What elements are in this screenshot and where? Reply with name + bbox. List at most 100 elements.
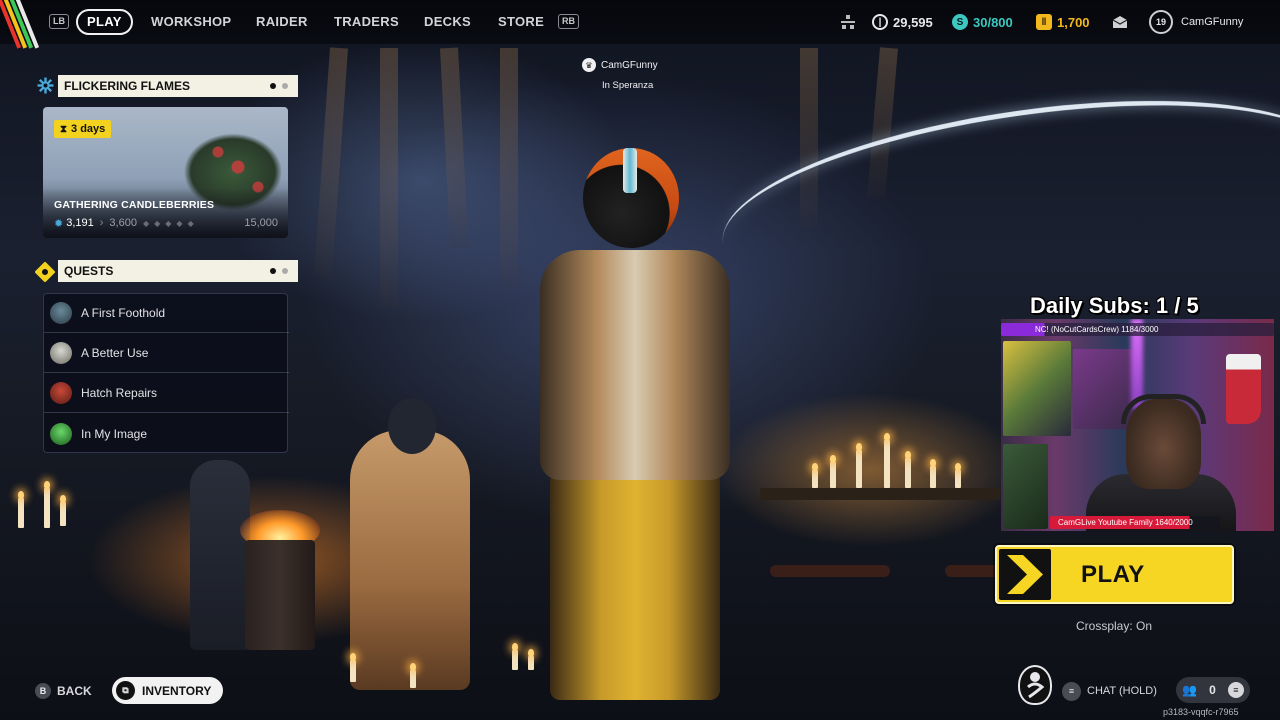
quest-giver-avatar bbox=[50, 302, 72, 324]
time-remaining-badge: ⧗ 3 days bbox=[54, 120, 112, 138]
candle bbox=[955, 463, 961, 488]
streamer-webcam: NC! (NoCutCardsCrew) 1184/3000 CamGLive … bbox=[1001, 319, 1274, 531]
play-label: PLAY bbox=[1081, 561, 1145, 588]
event-icon bbox=[37, 77, 54, 94]
mail-icon bbox=[1112, 16, 1128, 28]
hanging-banner bbox=[500, 48, 518, 288]
seeds-value: 30/800 bbox=[973, 14, 1013, 30]
quests-title: QUESTS bbox=[64, 264, 114, 278]
menu-icon: ≡ bbox=[1227, 682, 1244, 698]
goal-bottom-text: CamGLive Youtube Family 1640 bbox=[1058, 518, 1173, 527]
back-hint[interactable]: B BACK bbox=[35, 678, 92, 704]
network-status[interactable] bbox=[840, 13, 856, 31]
network-icon bbox=[841, 15, 855, 29]
candle bbox=[60, 495, 66, 526]
christmas-stocking bbox=[1226, 354, 1261, 424]
candle bbox=[930, 459, 936, 488]
quest-giver-avatar bbox=[50, 342, 72, 364]
fire-barrel bbox=[245, 540, 315, 650]
streamer-headphones bbox=[1121, 394, 1206, 424]
level-badge: 19 bbox=[1149, 10, 1173, 34]
quest-label: In My Image bbox=[81, 426, 148, 441]
friends-icon: 👥 bbox=[1182, 683, 1197, 697]
hanging-banner bbox=[440, 47, 469, 249]
friends-button[interactable]: 👥 0 ≡ bbox=[1176, 677, 1250, 703]
menu-button-icon: ≡ bbox=[1062, 681, 1081, 701]
tab-workshop[interactable]: WORKSHOP bbox=[151, 9, 231, 35]
event-points-icon: ✹ bbox=[54, 217, 64, 230]
candle bbox=[512, 643, 518, 670]
candle bbox=[410, 663, 416, 688]
quest-label: A First Foothold bbox=[81, 306, 166, 320]
daily-subs-counter: Daily Subs: 1 / 5 bbox=[1030, 293, 1199, 318]
quest-item-a-first-foothold[interactable]: A First Foothold bbox=[44, 294, 289, 333]
raider-tokens-balance[interactable]: ‖ 1,700 bbox=[1036, 13, 1090, 31]
friends-count: 0 bbox=[1209, 683, 1216, 697]
hanging-banner bbox=[313, 47, 348, 279]
hanging-banner bbox=[380, 48, 398, 308]
play-button[interactable]: PLAY bbox=[995, 545, 1234, 604]
coins-value: 29,595 bbox=[893, 14, 933, 30]
progress-track: ◆◆◆◆◆ bbox=[142, 218, 199, 228]
streamer-logo bbox=[1018, 665, 1052, 705]
play-chevron-icon bbox=[999, 549, 1051, 600]
tab-traders[interactable]: TRADERS bbox=[334, 9, 399, 35]
inventory-button[interactable]: ⧉ INVENTORY bbox=[112, 677, 224, 704]
back-label: BACK bbox=[57, 684, 92, 698]
seeds-balance[interactable]: S 30/800 bbox=[952, 13, 1013, 31]
quest-giver-avatar bbox=[50, 382, 72, 404]
tab-store[interactable]: STORE bbox=[498, 9, 544, 35]
event-card[interactable]: ⧗ 3 days GATHERING CANDLEBERRIES ✹ 3,191 … bbox=[43, 107, 288, 238]
tokens-value: 1,700 bbox=[1057, 14, 1090, 30]
progress-max: 15,000 bbox=[244, 217, 278, 229]
candle bbox=[856, 443, 862, 488]
raider-character-helmet bbox=[583, 148, 679, 248]
sub-goal-bar-bottom: CamGLive Youtube Family 1640/2000 bbox=[1050, 516, 1220, 529]
candle bbox=[44, 481, 50, 528]
quest-item-a-better-use[interactable]: A Better Use bbox=[44, 334, 289, 373]
quest-label: Hatch Repairs bbox=[81, 386, 158, 400]
profile-username: CamGFunny bbox=[1181, 16, 1244, 28]
quest-list: A First Foothold A Better Use Hatch Repa… bbox=[43, 293, 289, 453]
event-title: FLICKERING FLAMES bbox=[64, 79, 190, 93]
progress-current: 3,191 bbox=[66, 217, 94, 229]
top-navigation-bar: LB PLAY WORKSHOP RAIDER TRADERS DECKS ST… bbox=[0, 0, 1280, 49]
background-npc bbox=[190, 460, 250, 650]
view-button-icon: ⧉ bbox=[116, 681, 135, 700]
mail-button[interactable] bbox=[1112, 13, 1128, 31]
candle bbox=[905, 451, 911, 488]
goal-bottom-max: /2000 bbox=[1172, 518, 1193, 527]
candle bbox=[528, 649, 534, 670]
inventory-label: INVENTORY bbox=[142, 683, 212, 698]
quest-label: A Better Use bbox=[81, 346, 149, 360]
candle bbox=[350, 653, 356, 682]
robed-figure bbox=[350, 430, 470, 690]
quest-item-hatch-repairs[interactable]: Hatch Repairs bbox=[44, 374, 289, 413]
tab-raider[interactable]: RAIDER bbox=[256, 9, 308, 35]
pager-dots bbox=[270, 83, 288, 89]
quests-panel-header[interactable]: QUESTS bbox=[58, 260, 298, 282]
quest-giver-avatar bbox=[50, 422, 72, 445]
player-nameplate: ♛ CamGFunny In Speranza bbox=[582, 58, 682, 91]
coins-balance[interactable]: | 29,595 bbox=[872, 13, 933, 31]
pager-dots bbox=[270, 268, 288, 274]
hourglass-icon: ⧗ bbox=[60, 124, 68, 135]
candle bbox=[884, 433, 890, 488]
player-name: CamGFunny bbox=[601, 59, 658, 71]
chat-hint[interactable]: ≡ CHAT (HOLD) bbox=[1062, 678, 1157, 704]
lb-bumper-hint: LB bbox=[49, 14, 69, 29]
raider-character-legs bbox=[550, 470, 720, 700]
player-location: In Speranza bbox=[602, 80, 654, 91]
tab-play[interactable]: PLAY bbox=[76, 9, 133, 35]
event-panel-header[interactable]: FLICKERING FLAMES bbox=[58, 75, 298, 97]
candle bbox=[812, 463, 818, 488]
seed-icon: S bbox=[952, 14, 968, 30]
crown-icon: ♛ bbox=[582, 58, 596, 72]
profile-button[interactable]: 19 CamGFunny bbox=[1149, 10, 1243, 34]
quest-item-in-my-image[interactable]: In My Image bbox=[44, 414, 289, 453]
tab-decks[interactable]: DECKS bbox=[424, 9, 471, 35]
coin-icon: | bbox=[872, 14, 888, 30]
goal-top-text: NC! (NoCutCardsCrew) 1184/3000 bbox=[1035, 325, 1159, 334]
bar-stool bbox=[770, 565, 890, 577]
candle bbox=[830, 455, 836, 488]
